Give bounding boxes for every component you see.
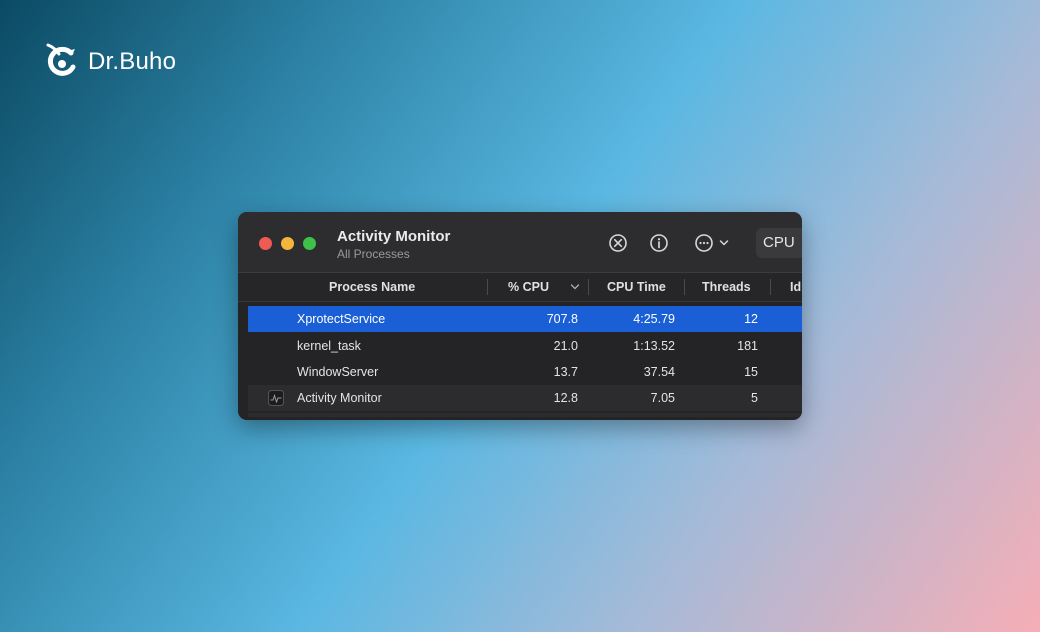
- cpu-percent: 13.7: [553, 365, 578, 379]
- column-divider: [487, 279, 488, 295]
- tab-cpu[interactable]: CPU: [756, 228, 802, 258]
- activity-monitor-window: Activity Monitor All Processes CPU Proce…: [238, 212, 802, 420]
- inspect-process-button[interactable]: [648, 232, 670, 254]
- window-titlebar: Activity Monitor All Processes CPU: [238, 212, 802, 273]
- cpu-time: 1:13.52: [633, 339, 675, 353]
- brand-logo-lockup: Dr.Buho: [44, 42, 176, 82]
- column-process-name[interactable]: Process Name: [329, 273, 415, 301]
- threads-count: 12: [744, 312, 758, 326]
- cpu-percent: 12.8: [553, 391, 578, 405]
- table-row[interactable]: kernel_task 21.0 1:13.52 181: [248, 333, 802, 359]
- column-idle-wake-ups[interactable]: Id: [790, 273, 801, 301]
- process-name: kernel_task: [297, 339, 361, 353]
- cpu-percent: 21.0: [553, 339, 578, 353]
- process-name: WindowServer: [297, 365, 379, 379]
- stop-process-icon: [609, 234, 627, 252]
- threads-count: 15: [744, 365, 758, 379]
- brand-name: Dr.Buho: [88, 48, 177, 75]
- window-subtitle[interactable]: All Processes: [337, 247, 450, 262]
- threads-count: 5: [751, 391, 758, 405]
- stop-process-button[interactable]: [607, 232, 629, 254]
- window-title: Activity Monitor: [337, 228, 451, 245]
- table-row[interactable]: WindowServer 13.7 37.54 15: [248, 359, 802, 385]
- owl-logo-icon: [46, 43, 76, 76]
- close-window-button[interactable]: [259, 237, 272, 250]
- more-options-icon: [695, 234, 713, 252]
- zoom-window-button[interactable]: [303, 237, 316, 250]
- column-divider: [770, 279, 771, 295]
- cpu-time: 7.05: [650, 391, 675, 405]
- process-name: XprotectService: [297, 312, 386, 326]
- cpu-time: 4:25.79: [633, 312, 675, 326]
- window-title-block: Activity Monitor All Processes: [337, 228, 450, 262]
- minimize-window-button[interactable]: [281, 237, 294, 250]
- cpu-time: 37.54: [643, 365, 675, 379]
- table-header: Process Name % CPU CPU Time Threads Id: [238, 273, 802, 302]
- table-row: [248, 413, 802, 417]
- column-cpu-percent[interactable]: % CPU: [508, 273, 549, 301]
- cpu-percent: 707.8: [546, 312, 578, 326]
- info-icon: [650, 234, 668, 252]
- threads-count: 181: [737, 339, 758, 353]
- table-row[interactable]: Activity Monitor 12.8 7.05 5: [248, 385, 802, 411]
- sort-descending-icon: [570, 284, 580, 290]
- column-threads[interactable]: Threads: [702, 273, 751, 301]
- more-options-button[interactable]: [693, 232, 729, 254]
- activity-monitor-app-icon: [268, 390, 284, 406]
- chevron-down-icon: [719, 240, 729, 246]
- process-name: Activity Monitor: [297, 391, 382, 405]
- table-row[interactable]: XprotectService 707.8 4:25.79 12: [248, 306, 802, 332]
- column-divider: [684, 279, 685, 295]
- column-divider: [588, 279, 589, 295]
- column-cpu-time[interactable]: CPU Time: [607, 273, 666, 301]
